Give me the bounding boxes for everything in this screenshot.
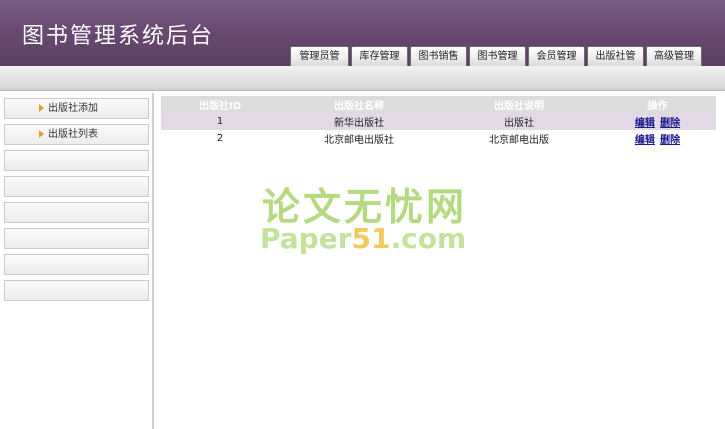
toolbar-band [0,66,725,91]
sidebar-item-label: 出版社添加 [48,103,98,114]
tab-member-management[interactable]: 会员管理 [528,46,585,66]
tab-admin-management[interactable]: 管理员管理 [290,46,349,81]
edit-link[interactable]: 编辑 [635,135,655,146]
column-header-name: 出版社名称 [279,96,439,113]
cell-description: 出版社 [439,113,599,130]
column-header-description: 出版社说明 [439,96,599,113]
app-title: 图书管理系统后台 [22,24,215,49]
top-nav-tabs: 管理员管理 库存管理 图书销售 图书管理 会员管理 出版社管理 高级管理 [290,46,704,81]
table-row: 1 新华出版社 出版社 编辑 删除 [161,113,716,130]
sidebar-item-empty [4,150,149,171]
tab-publisher-management[interactable]: 出版社管理 [587,46,644,81]
tab-book-sales[interactable]: 图书销售 [410,46,467,66]
sidebar-item-label: 出版社列表 [48,129,98,140]
tab-inventory-management[interactable]: 库存管理 [351,46,408,66]
cell-actions: 编辑 删除 [599,113,716,130]
delete-link[interactable]: 删除 [660,135,680,146]
arrow-right-icon [39,104,44,112]
header-banner: 图书管理系统后台 管理员管理 库存管理 图书销售 图书管理 会员管理 出版社管理… [0,0,725,81]
sidebar-item-empty [4,228,149,249]
sidebar-item-empty [4,280,149,301]
table-header-row: 出版社ID 出版社名称 出版社说明 操作 [161,96,716,113]
sidebar-item-empty [4,176,149,197]
sidebar-item-publisher-list[interactable]: 出版社列表 [4,124,149,145]
sidebar-item-empty [4,254,149,275]
arrow-right-icon [39,130,44,138]
cell-name: 新华出版社 [279,113,439,130]
watermark-part: Paper [260,222,352,255]
cell-id: 2 [216,133,224,144]
publisher-table: 出版社ID 出版社名称 出版社说明 操作 1 新华出版社 出版社 编辑 删除 2… [161,96,716,147]
sidebar-item-add-publisher[interactable]: 出版社添加 [4,98,149,119]
table-row: 2 北京邮电出版社 北京邮电出版 编辑 删除 [161,130,716,147]
delete-link[interactable]: 删除 [660,118,680,129]
watermark-part: 51 [351,222,391,255]
sidebar-item-empty [4,202,149,223]
watermark-part: .com [390,222,467,255]
edit-link[interactable]: 编辑 [635,118,655,129]
watermark-text-url: Paper51.com [260,222,466,255]
tab-advanced-management[interactable]: 高级管理 [646,46,702,66]
cell-id: 1 [161,113,279,130]
column-header-actions: 操作 [599,96,716,113]
tab-book-management[interactable]: 图书管理 [469,46,526,66]
main-content: 出版社ID 出版社名称 出版社说明 操作 1 新华出版社 出版社 编辑 删除 2… [161,96,716,147]
column-header-id: 出版社ID [161,96,279,113]
sidebar: 出版社添加 出版社列表 [0,93,154,429]
cell-actions: 编辑 删除 [599,130,716,147]
cell-name: 北京邮电出版社 [324,135,394,146]
cell-description: 北京邮电出版 [489,135,549,146]
